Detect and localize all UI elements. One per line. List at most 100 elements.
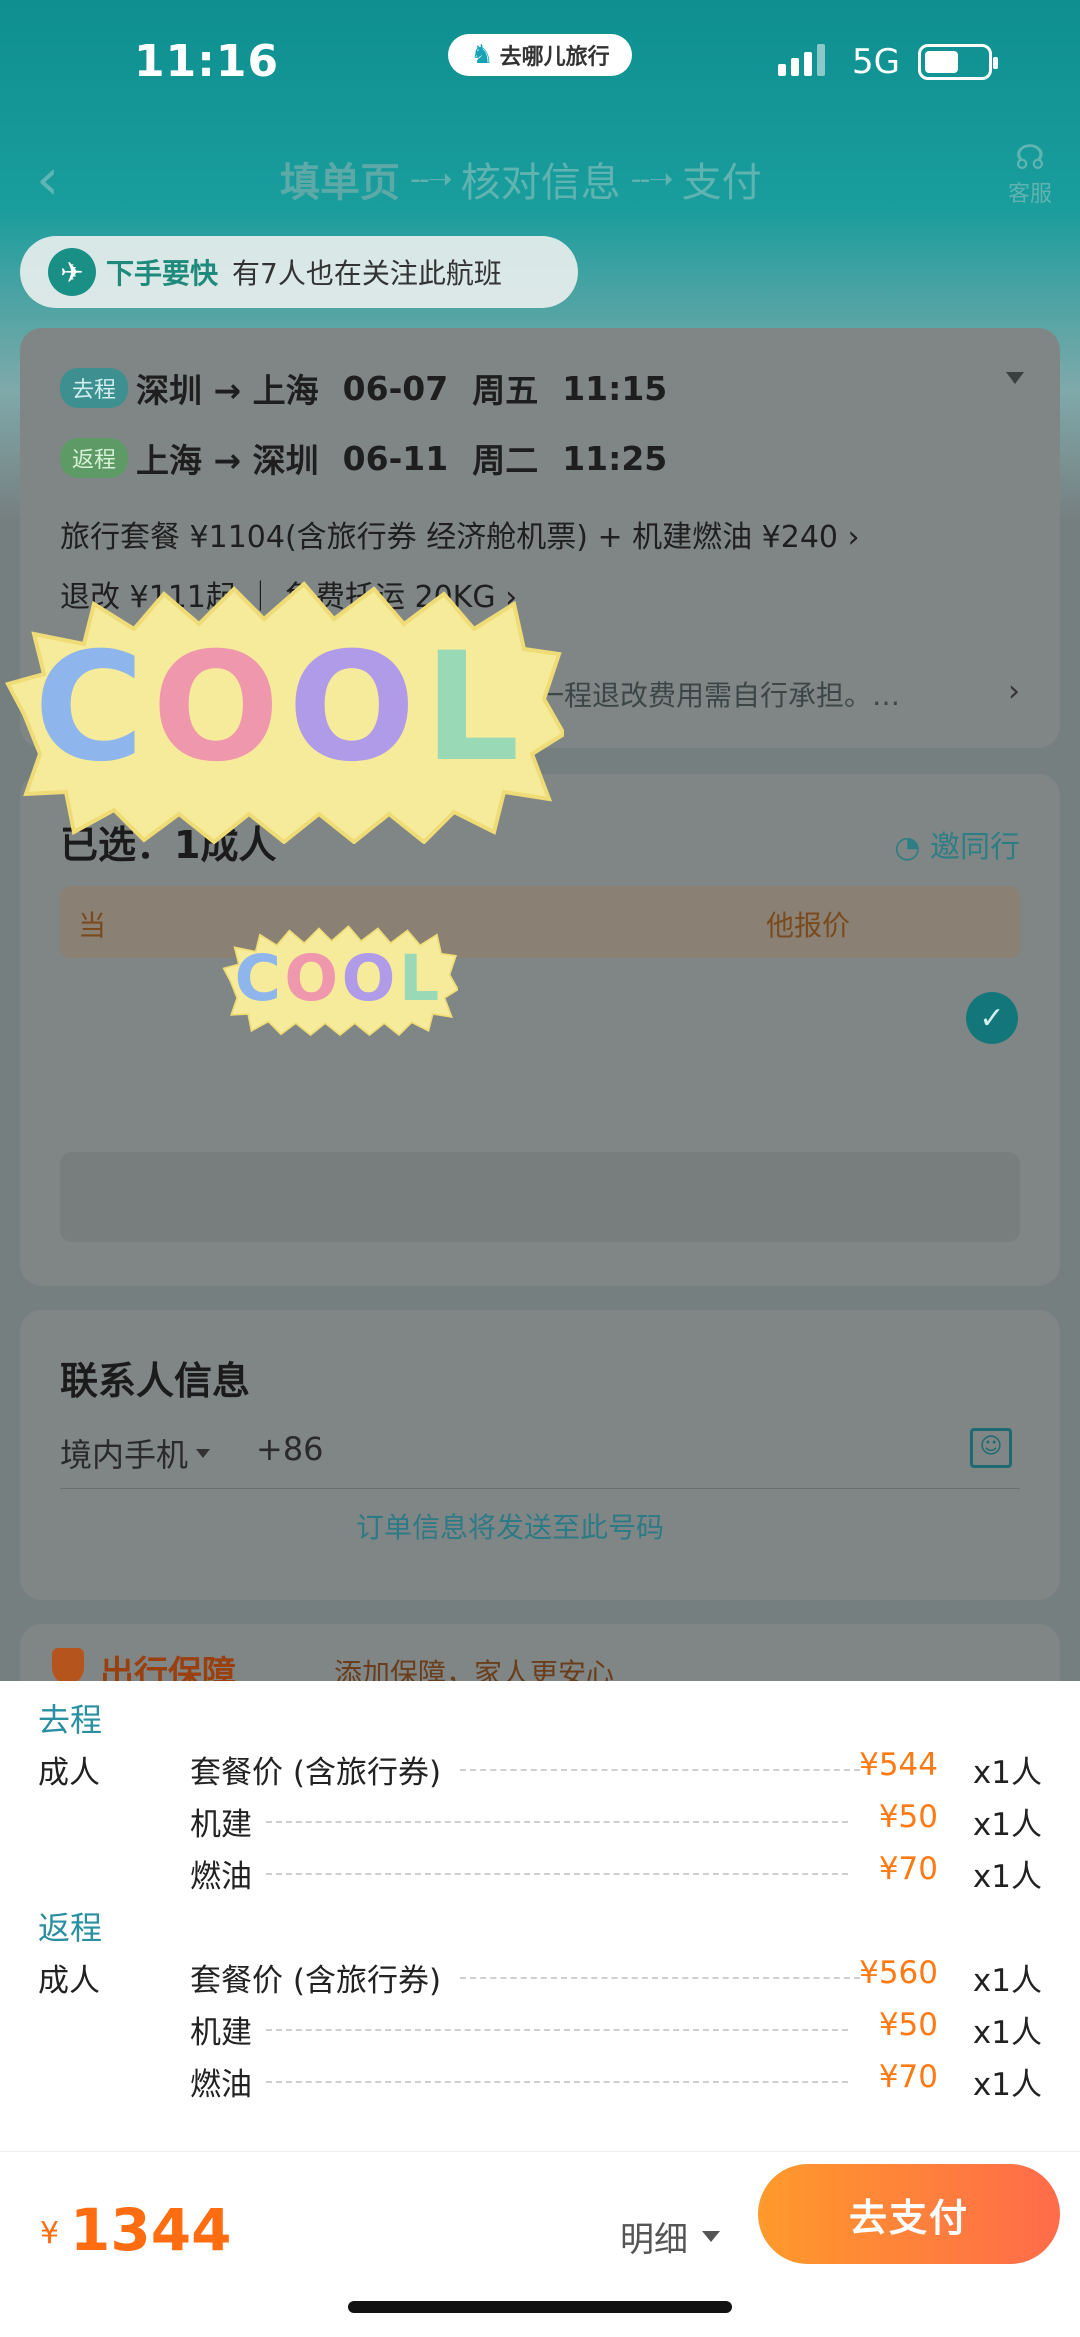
- headset-icon: ☊: [1014, 138, 1046, 178]
- dotted-leader: [460, 1977, 860, 1979]
- price-detail-toggle[interactable]: 明细: [620, 2212, 720, 2261]
- return-row: 返程 上海 → 深圳 06-11 周二 11:25: [60, 434, 691, 482]
- pay-button[interactable]: 去支付: [758, 2164, 1060, 2264]
- camel-logo-icon: ♞: [470, 40, 494, 70]
- price-row: 机建 ¥50 x1人: [0, 1799, 1080, 1845]
- navigation-bar: ‹ 填单页 --➝ 核对信息 --➝ 支付 ☊ 客服: [0, 130, 1080, 220]
- outbound-weekday: 周五: [472, 371, 539, 410]
- price-item: 燃油: [190, 2067, 252, 2103]
- invite-companion-button[interactable]: ◔ 邀同行: [894, 822, 1020, 866]
- area-code[interactable]: +86: [256, 1430, 324, 1468]
- price-qty: x1人: [972, 1859, 1042, 1895]
- price-row: 成人 套餐价 (含旅行券) ¥544 x1人: [0, 1747, 1080, 1793]
- passenger-type: 成人: [38, 1963, 100, 1999]
- dotted-leader: [266, 2029, 848, 2031]
- return-tag: 返程: [60, 438, 129, 478]
- price-qty: x1人: [972, 2015, 1042, 2051]
- outbound-route: 深圳 → 上海: [136, 371, 319, 410]
- shield-icon: [52, 1648, 84, 1684]
- passenger-card: 已选：1成人 ◔ 邀同行 当 他报价 ✓: [20, 774, 1060, 1286]
- chevron-left-icon: ‹: [36, 145, 60, 213]
- contact-title: 联系人信息: [60, 1359, 251, 1403]
- price-item: 燃油: [190, 1859, 252, 1895]
- outbound-tag: 去程: [60, 368, 129, 408]
- price-amount: ¥544: [859, 1747, 938, 1783]
- price-qty: x1人: [972, 1807, 1042, 1843]
- section-outbound-label: 去程: [38, 1701, 103, 1739]
- refund-baggage-link[interactable]: 退改 ¥111起 ｜ 免费托运 20KG ›: [60, 572, 517, 616]
- return-time: 11:25: [562, 438, 668, 478]
- dotted-leader: [266, 2081, 848, 2083]
- expand-caret-icon[interactable]: [1006, 372, 1024, 384]
- outbound-date: 06-07: [342, 368, 449, 408]
- step-fill-form: 填单页: [280, 160, 400, 206]
- outbound-time: 11:15: [562, 368, 668, 408]
- caret-down-icon: [702, 2231, 720, 2242]
- price-row: 燃油 ¥70 x1人: [0, 2059, 1080, 2105]
- phone-hint: 订单信息将发送至此号码: [356, 1511, 665, 1544]
- price-qty: x1人: [972, 1755, 1042, 1791]
- combo-price-tip[interactable]: 【组合报价提示】如一程航班调整，另一程退改费用需自行承担。…: [60, 674, 1020, 714]
- outbound-row: 去程 深圳 → 上海 06-07 周五 11:15: [60, 364, 691, 412]
- price-notice: 当 他报价: [60, 886, 1020, 958]
- price-item: 机建: [190, 1807, 252, 1843]
- notice-right: 他报价: [765, 909, 850, 942]
- step-arrow-icon: --➝: [410, 161, 453, 197]
- notice-left: 当: [78, 909, 107, 942]
- app-indicator: ♞ 去哪儿旅行: [448, 34, 632, 76]
- phone-input-underline: [60, 1488, 1020, 1489]
- status-bar: 11:16 ♞ 去哪儿旅行 5G: [0, 0, 1080, 120]
- selected-passengers: 已选：1成人: [60, 823, 277, 867]
- price-detail-sheet: 去程 成人 套餐价 (含旅行券) ¥544 x1人 机建 ¥50 x1人 燃油 …: [0, 1681, 1080, 2151]
- price-item: 套餐价 (含旅行券): [190, 1755, 442, 1791]
- price-row: 机建 ¥50 x1人: [0, 2007, 1080, 2053]
- travel-protection-section[interactable]: 出行保障 添加保障，家人更安心: [20, 1624, 1060, 1694]
- invite-label: 邀同行: [930, 830, 1020, 865]
- step-indicator: 填单页 --➝ 核对信息 --➝ 支付: [280, 150, 762, 208]
- watchers-text: 有7人也在关注此航班: [232, 257, 502, 290]
- price-amount: ¥70: [878, 1851, 938, 1887]
- price-qty: x1人: [972, 2067, 1042, 2103]
- tip-key: 【组合报价提示】: [60, 679, 285, 712]
- urgency-label: 下手要快: [106, 257, 219, 290]
- contact-book-icon[interactable]: ☺: [970, 1428, 1012, 1468]
- dotted-leader: [460, 1769, 860, 1771]
- price-item: 套餐价 (含旅行券): [190, 1963, 442, 1999]
- return-weekday: 周二: [472, 441, 539, 480]
- network-type: 5G: [852, 42, 900, 82]
- back-button[interactable]: ‹: [36, 150, 86, 210]
- caret-down-icon: [196, 1448, 211, 1458]
- price-qty: x1人: [972, 1963, 1042, 1999]
- return-route: 上海 → 深圳: [136, 441, 319, 480]
- package-price-link[interactable]: 旅行套餐 ¥1104(含旅行券 经济舱机票) + 机建燃油 ¥240 ›: [60, 512, 860, 556]
- clock: 11:16: [134, 36, 280, 87]
- price-amount: ¥560: [859, 1955, 938, 1991]
- price-item: 机建: [190, 2015, 252, 2051]
- plane-icon: ✈: [48, 248, 96, 296]
- passenger-check-icon[interactable]: ✓: [966, 992, 1018, 1044]
- price-amount: ¥70: [878, 2059, 938, 2095]
- total-price: 1344: [70, 2196, 232, 2264]
- passenger-input-row[interactable]: [60, 1152, 1020, 1242]
- battery-icon: [918, 44, 998, 80]
- dotted-leader: [266, 1873, 848, 1875]
- price-row: 成人 套餐价 (含旅行券) ¥560 x1人: [0, 1955, 1080, 2001]
- dotted-leader: [266, 1821, 848, 1823]
- home-indicator[interactable]: [348, 2301, 732, 2313]
- tip-text: 如一程航班调整，另一程退改费用需自行承担。…: [284, 679, 901, 712]
- flight-summary-card[interactable]: 去程 深圳 → 上海 06-07 周五 11:15 返程 上海 → 深圳 06-…: [20, 328, 1060, 748]
- attention-banner: ✈ 下手要快 有7人也在关注此航班: [20, 236, 578, 308]
- phone-type-select[interactable]: 境内手机: [60, 1430, 211, 1476]
- wechat-icon: ◔: [894, 830, 921, 865]
- currency-symbol: ¥: [40, 2216, 60, 2251]
- customer-service-button[interactable]: ☊ 客服: [1000, 140, 1060, 208]
- step-pay: 支付: [681, 160, 762, 206]
- passenger-type: 成人: [38, 1755, 100, 1791]
- return-date: 06-11: [342, 438, 449, 478]
- detail-label: 明细: [620, 2220, 688, 2260]
- step-verify: 核对信息: [460, 160, 621, 206]
- section-return-label: 返程: [38, 1909, 103, 1947]
- app-name: 去哪儿旅行: [499, 45, 610, 70]
- price-row: 燃油 ¥70 x1人: [0, 1851, 1080, 1897]
- customer-service-label: 客服: [1007, 182, 1052, 207]
